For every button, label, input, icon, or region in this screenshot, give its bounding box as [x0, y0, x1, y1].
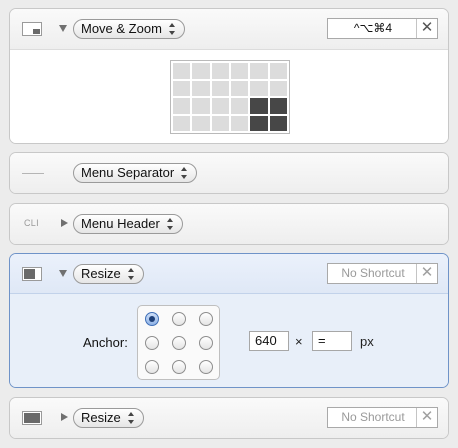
disclosure-collapsed-icon[interactable]: [61, 413, 68, 421]
window-thumbnail-icon: [22, 267, 42, 281]
anchor-radio-group: [137, 305, 220, 380]
separator-line-icon: [22, 173, 44, 174]
grid-cell-selected[interactable]: [269, 98, 287, 114]
disclosure-expanded-icon[interactable]: [59, 25, 67, 32]
grid-cell[interactable]: [173, 80, 191, 96]
menu-separator-card: Menu Separator: [9, 152, 449, 194]
grid-cell[interactable]: [211, 80, 229, 96]
times-symbol: ×: [295, 334, 303, 349]
grid-cell[interactable]: [269, 80, 287, 96]
anchor-radio-top-left[interactable]: [145, 312, 159, 326]
menu-header-card: CLI Menu Header: [9, 203, 449, 245]
disclosure-expanded-icon[interactable]: [59, 270, 67, 277]
shortcut-value: ^⌥⌘4: [353, 21, 393, 35]
grid-cell[interactable]: [211, 98, 229, 114]
grid-cell[interactable]: [211, 63, 229, 79]
resize-card-body: Anchor: 640 × = px: [10, 294, 448, 387]
action-popup-label: Menu Separator: [81, 165, 175, 180]
grid-cell[interactable]: [250, 63, 268, 79]
menu-separator-card-header[interactable]: Menu Separator: [10, 153, 448, 193]
move-zoom-card: Move & Zoom ^⌥⌘4 ✕: [9, 8, 449, 144]
shortcut-placeholder: No Shortcut: [341, 266, 405, 280]
action-popup-button[interactable]: Move & Zoom: [73, 19, 185, 39]
zoom-grid[interactable]: [170, 60, 290, 134]
grid-cell[interactable]: [173, 98, 191, 114]
cli-thumb-label: CLI: [24, 218, 39, 228]
move-zoom-card-body: [10, 49, 448, 143]
popup-arrows-icon: [168, 23, 177, 35]
clear-shortcut-button[interactable]: ✕: [416, 19, 437, 38]
anchor-radio-bottom-center[interactable]: [172, 360, 186, 374]
grid-cell[interactable]: [192, 115, 210, 131]
grid-cell-selected[interactable]: [250, 98, 268, 114]
grid-cell-selected[interactable]: [269, 115, 287, 131]
action-popup-button[interactable]: Resize: [73, 408, 144, 428]
resize-card-collapsed: Resize No Shortcut ✕: [9, 397, 449, 439]
resize-card-collapsed-header[interactable]: Resize No Shortcut ✕: [10, 398, 448, 438]
grid-cell[interactable]: [192, 63, 210, 79]
window-thumbnail-icon: [22, 22, 42, 36]
action-popup-button[interactable]: Menu Header: [73, 214, 183, 234]
action-popup-button[interactable]: Menu Separator: [73, 163, 198, 183]
anchor-radio-bottom-left[interactable]: [145, 360, 159, 374]
action-popup-label: Menu Header: [81, 216, 160, 231]
shortcut-recorder[interactable]: ^⌥⌘4 ✕: [327, 18, 438, 39]
action-popup-label: Resize: [81, 410, 121, 425]
anchor-radio-top-right[interactable]: [199, 312, 213, 326]
action-popup-label: Resize: [81, 266, 121, 281]
shortcut-recorder[interactable]: No Shortcut ✕: [327, 407, 438, 428]
grid-cell[interactable]: [250, 80, 268, 96]
anchor-radio-top-center[interactable]: [172, 312, 186, 326]
grid-cell[interactable]: [231, 98, 249, 114]
resize-card-header[interactable]: Resize No Shortcut ✕: [10, 254, 448, 294]
menu-header-card-header[interactable]: CLI Menu Header: [10, 204, 448, 244]
grid-cell[interactable]: [211, 115, 229, 131]
clear-shortcut-button[interactable]: ✕: [416, 264, 437, 283]
popup-arrows-icon: [127, 412, 136, 424]
disclosure-collapsed-icon[interactable]: [61, 219, 68, 227]
grid-cell[interactable]: [231, 115, 249, 131]
grid-cell-selected[interactable]: [250, 115, 268, 131]
anchor-radio-bottom-right[interactable]: [199, 360, 213, 374]
height-field[interactable]: =: [312, 331, 352, 351]
anchor-radio-middle-left[interactable]: [145, 336, 159, 350]
resize-card-expanded: Resize No Shortcut ✕ Anchor: 640 × = px: [9, 253, 449, 388]
action-popup-button[interactable]: Resize: [73, 264, 144, 284]
popup-arrows-icon: [166, 218, 175, 230]
shortcut-recorder[interactable]: No Shortcut ✕: [327, 263, 438, 284]
action-popup-label: Move & Zoom: [81, 21, 162, 36]
grid-cell[interactable]: [173, 63, 191, 79]
unit-label: px: [360, 334, 374, 349]
popup-arrows-icon: [181, 167, 189, 179]
move-zoom-card-header[interactable]: Move & Zoom ^⌥⌘4 ✕: [10, 9, 448, 49]
anchor-label: Anchor:: [83, 335, 128, 350]
grid-cell[interactable]: [173, 115, 191, 131]
clear-shortcut-button[interactable]: ✕: [416, 408, 437, 427]
popup-arrows-icon: [127, 268, 136, 280]
grid-cell[interactable]: [231, 80, 249, 96]
width-field[interactable]: 640: [249, 331, 289, 351]
grid-cell[interactable]: [192, 80, 210, 96]
window-thumbnail-icon: [22, 411, 42, 425]
grid-cell[interactable]: [192, 98, 210, 114]
anchor-radio-center[interactable]: [172, 336, 186, 350]
shortcut-placeholder: No Shortcut: [341, 410, 405, 424]
grid-cell[interactable]: [231, 63, 249, 79]
grid-cell[interactable]: [269, 63, 287, 79]
anchor-radio-middle-right[interactable]: [199, 336, 213, 350]
